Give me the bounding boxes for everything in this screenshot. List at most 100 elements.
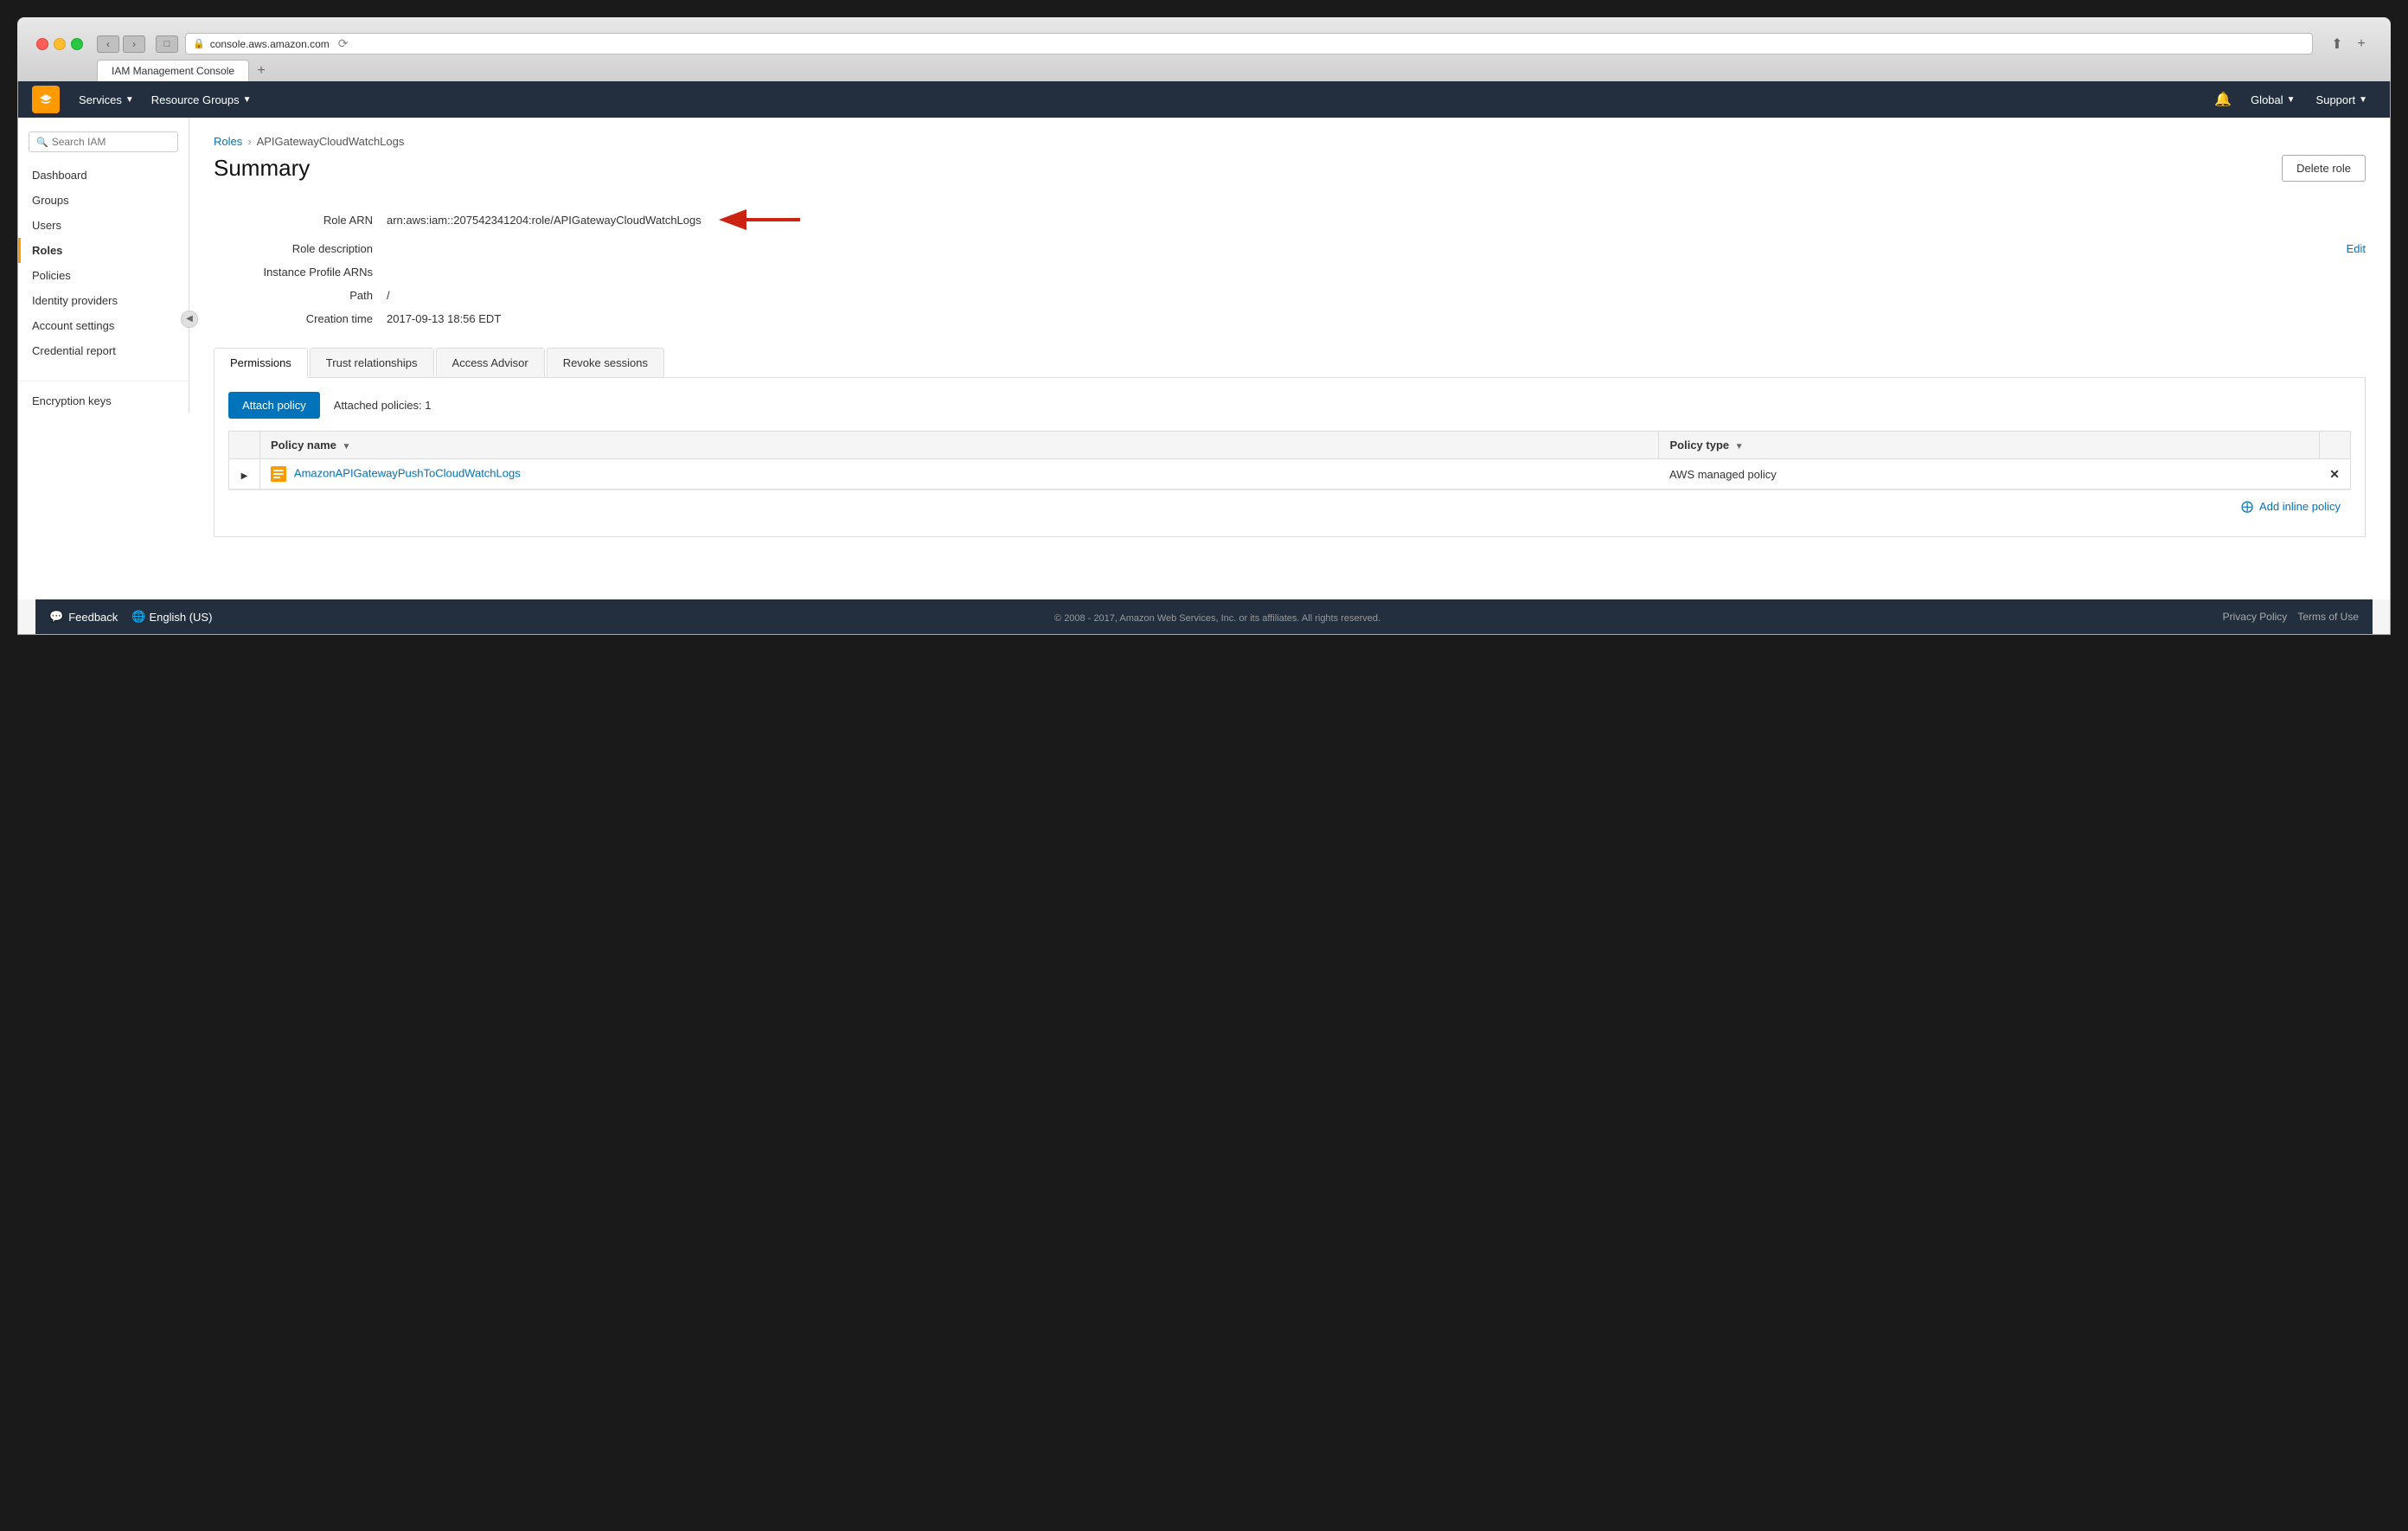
resource-groups-dropdown-arrow: ▼ (243, 95, 252, 105)
search-icon: 🔍 (36, 137, 48, 148)
page-header: Summary Delete role (214, 155, 2366, 182)
policy-name-sort-icon: ▼ (343, 442, 351, 452)
summary-table: Role ARN arn:aws:iam::207542341204:role/… (214, 202, 2366, 330)
reload-button[interactable]: ⟳ (338, 36, 349, 51)
instance-profile-label: Instance Profile ARNs (214, 266, 387, 279)
tab-overview-button[interactable]: □ (156, 35, 178, 53)
search-iam-container[interactable]: 🔍 (29, 131, 178, 152)
sidebar-item-account-settings[interactable]: Account settings (18, 313, 189, 338)
lock-icon: 🔒 (193, 38, 205, 49)
breadcrumb: Roles › APIGatewayCloudWatchLogs (214, 135, 2366, 148)
add-inline-policy-link[interactable]: ⨁ Add inline policy (2241, 500, 2341, 513)
policy-table: Policy name ▼ Policy type ▼ (228, 431, 2351, 490)
global-menu[interactable]: Global ▼ (2242, 81, 2303, 118)
breadcrumb-separator: › (247, 135, 251, 148)
fullscreen-button[interactable] (71, 38, 83, 50)
add-inline-row: ⨁ Add inline policy (228, 490, 2351, 522)
tab-revoke-sessions[interactable]: Revoke sessions (547, 348, 664, 377)
expand-row-button[interactable]: ▶ (241, 471, 248, 481)
support-menu[interactable]: Support ▼ (2308, 81, 2376, 118)
policy-icon (271, 466, 286, 482)
address-bar[interactable]: 🔒 console.aws.amazon.com ⟳ (185, 33, 2313, 54)
attach-policy-button[interactable]: Attach policy (228, 392, 320, 419)
sidebar-item-identity-providers[interactable]: Identity providers (18, 288, 189, 313)
copyright-text: © 2008 - 2017, Amazon Web Services, Inc.… (1054, 613, 1380, 624)
sidebar-item-dashboard[interactable]: Dashboard (18, 163, 189, 188)
summary-row-creation-time: Creation time 2017-09-13 18:56 EDT (214, 307, 2366, 330)
browser-tab[interactable]: IAM Management Console (97, 60, 249, 81)
attach-policy-row: Attach policy Attached policies: 1 (228, 392, 2351, 419)
minimize-button[interactable] (54, 38, 66, 50)
remove-policy-button[interactable]: ✕ (2329, 467, 2340, 482)
sidebar-item-users[interactable]: Users (18, 213, 189, 238)
tab-permissions[interactable]: Permissions (214, 348, 308, 378)
policy-type-sort-icon: ▼ (1735, 442, 1744, 452)
traffic-lights (36, 38, 83, 50)
role-arn-value: arn:aws:iam::207542341204:role/APIGatewa… (387, 208, 2366, 232)
aws-topnav: Services ▼ Resource Groups ▼ 🔔 Global ▼ … (18, 81, 2390, 118)
sidebar-item-groups[interactable]: Groups (18, 188, 189, 213)
role-description-label: Role description (214, 242, 387, 255)
column-header-remove (2319, 432, 2350, 459)
plus-circle-icon: ⨁ (2241, 499, 2253, 513)
creation-time-label: Creation time (214, 312, 387, 325)
share-button[interactable]: ⬆ (2327, 35, 2347, 53)
path-label: Path (214, 289, 387, 302)
tabs-container: Permissions Trust relationships Access A… (214, 348, 2366, 537)
summary-row-path: Path / (214, 284, 2366, 307)
remove-policy-cell: ✕ (2319, 459, 2350, 490)
attached-policies-count: Attached policies: 1 (334, 399, 432, 412)
feedback-button[interactable]: 💬 Feedback (49, 610, 118, 624)
sidebar-collapse-button[interactable]: ◀ (181, 311, 198, 328)
forward-button[interactable]: › (123, 35, 145, 53)
summary-row-instance-profile: Instance Profile ARNs (214, 260, 2366, 284)
permissions-tab-content: Attach policy Attached policies: 1 Polic… (214, 378, 2366, 537)
resource-groups-menu[interactable]: Resource Groups ▼ (143, 81, 260, 118)
role-description-value: Edit (387, 242, 2366, 255)
creation-time-value: 2017-09-13 18:56 EDT (387, 312, 2366, 325)
role-arn-label: Role ARN (214, 214, 387, 227)
notification-bell-icon[interactable]: 🔔 (2207, 91, 2238, 108)
tabs-row: Permissions Trust relationships Access A… (214, 348, 2366, 378)
path-value: / (387, 289, 2366, 302)
sidebar-item-roles[interactable]: Roles (18, 238, 189, 263)
close-button[interactable] (36, 38, 48, 50)
red-arrow-svg (714, 208, 817, 232)
new-tab-button[interactable]: + (2351, 35, 2372, 53)
policy-name-cell: AmazonAPIGatewayPushToCloudWatchLogs (260, 459, 1659, 490)
sidebar-item-policies[interactable]: Policies (18, 263, 189, 288)
footer: 💬 Feedback 🌐 English (US) © 2008 - 2017,… (35, 599, 2373, 634)
table-row: ▶ (229, 459, 2351, 490)
column-header-policy-type[interactable]: Policy type ▼ (1659, 432, 2319, 459)
delete-role-button[interactable]: Delete role (2282, 155, 2366, 182)
column-header-expand (229, 432, 260, 459)
tab-access-advisor[interactable]: Access Advisor (436, 348, 545, 377)
summary-row-description: Role description Edit (214, 237, 2366, 260)
content-area: Roles › APIGatewayCloudWatchLogs Summary… (189, 118, 2390, 599)
url-text: console.aws.amazon.com (210, 38, 330, 50)
policy-type-cell: AWS managed policy (1659, 459, 2319, 490)
sidebar-item-encryption-keys[interactable]: Encryption keys (18, 388, 189, 413)
policy-name-link[interactable]: AmazonAPIGatewayPushToCloudWatchLogs (294, 466, 521, 479)
sidebar-item-credential-report[interactable]: Credential report (18, 338, 189, 363)
globe-icon: 🌐 (131, 610, 145, 624)
language-selector[interactable]: 🌐 English (US) (131, 610, 212, 624)
aws-logo (32, 86, 60, 113)
column-header-policy-name[interactable]: Policy name ▼ (260, 432, 1659, 459)
page-title: Summary (214, 155, 310, 182)
feedback-icon: 💬 (49, 610, 63, 624)
terms-of-use-link[interactable]: Terms of Use (2297, 611, 2359, 623)
services-dropdown-arrow: ▼ (125, 95, 134, 105)
search-iam-input[interactable] (52, 136, 170, 148)
summary-row-arn: Role ARN arn:aws:iam::207542341204:role/… (214, 202, 2366, 237)
privacy-policy-link[interactable]: Privacy Policy (2223, 611, 2288, 623)
services-menu[interactable]: Services ▼ (70, 81, 143, 118)
tab-trust-relationships[interactable]: Trust relationships (310, 348, 434, 377)
breadcrumb-roles-link[interactable]: Roles (214, 135, 242, 148)
edit-description-link[interactable]: Edit (2347, 242, 2366, 255)
add-tab-button[interactable]: + (251, 61, 272, 81)
global-dropdown-arrow: ▼ (2287, 95, 2296, 105)
breadcrumb-current: APIGatewayCloudWatchLogs (257, 135, 405, 148)
back-button[interactable]: ‹ (97, 35, 119, 53)
sidebar: 🔍 Dashboard Groups Users Roles Policies … (18, 118, 189, 413)
